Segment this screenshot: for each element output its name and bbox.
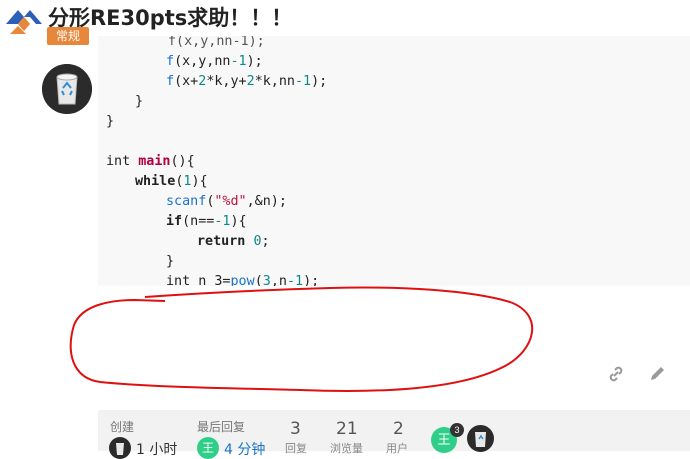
last-reply-time[interactable]: 4 分钟 xyxy=(224,439,265,459)
views-label: 浏览量 xyxy=(330,442,363,455)
code-line-6: int main(){ xyxy=(106,154,195,169)
recycle-bin-icon xyxy=(116,443,124,455)
last-reply-label: 最后回复 xyxy=(197,420,246,434)
created-label: 创建 xyxy=(110,420,135,434)
replies-count: 3 xyxy=(290,419,301,439)
code-line-clipped: f(x,y,nn-1); xyxy=(168,36,265,49)
participant-avatar-2[interactable] xyxy=(467,425,494,452)
users-label: 用户 xyxy=(386,442,408,455)
code-line-11: } xyxy=(166,254,175,269)
code-line-10: return 0; xyxy=(197,234,270,249)
poster-avatar[interactable] xyxy=(42,64,92,114)
code-line-9: if(n==-1){ xyxy=(166,214,247,229)
code-line-2: f(x+2*k,y+2*k,nn-1); xyxy=(166,74,328,89)
last-reply-avatar[interactable]: 王 xyxy=(197,437,219,459)
recycle-bin-icon xyxy=(475,432,486,447)
code-line-3: } xyxy=(135,94,144,109)
code-line-4: } xyxy=(106,114,115,129)
views-count: 21 xyxy=(336,419,358,439)
link-icon[interactable] xyxy=(606,364,626,384)
creator-avatar[interactable] xyxy=(109,437,131,459)
code-line-12: int n 3=pow(3,n-1); xyxy=(166,274,320,286)
code-line-1: f(x,y,nn-1); xyxy=(166,54,263,69)
code-line-8: scanf("%d",&n); xyxy=(166,194,287,209)
users-count: 2 xyxy=(393,419,404,439)
site-logo-icon[interactable] xyxy=(4,4,44,40)
code-line-7: while(1){ xyxy=(135,174,208,189)
category-badge[interactable]: 常规 xyxy=(47,27,89,45)
pencil-icon[interactable] xyxy=(647,364,667,384)
created-time[interactable]: 1 小时 xyxy=(136,439,177,459)
participant-post-count-badge: 3 xyxy=(450,423,464,437)
recycle-bin-icon xyxy=(42,64,92,114)
replies-label: 回复 xyxy=(285,442,307,455)
topic-map: 创建 1 小时 最后回复 王 4 分钟 3 回复 21 浏览量 2 用户 王 3 xyxy=(98,410,690,459)
code-block: f(x,y,nn-1); f(x,y,nn-1); f(x+2*k,y+2*k,… xyxy=(98,36,690,286)
